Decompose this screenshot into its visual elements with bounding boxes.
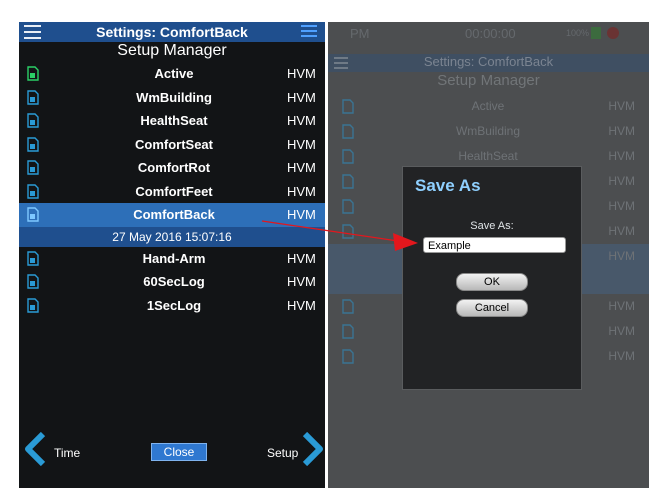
- file-icon: [342, 99, 354, 114]
- footer-bar: Time Close Setup: [19, 428, 325, 488]
- chevron-left-icon[interactable]: [24, 432, 46, 466]
- file-icon: [27, 183, 39, 199]
- list-item-type: HVM: [287, 207, 316, 222]
- list-item-type: HVM: [608, 224, 635, 238]
- list-item-comfortseat[interactable]: ComfortSeat HVM: [19, 133, 325, 157]
- save-as-label: Save As:: [470, 220, 514, 232]
- chevron-right-icon[interactable]: [302, 432, 324, 466]
- setup-manager-screen: Settings: ComfortBack Setup Manager Acti…: [19, 22, 325, 488]
- list-item-name: ComfortRot: [137, 160, 211, 175]
- file-icon: [27, 113, 39, 128]
- selected-item-timestamp: 27 May 2016 15:07:16: [112, 229, 232, 244]
- dimmed-header-title: Settings: ComfortBack: [423, 54, 554, 69]
- list-item-hand-arm[interactable]: Hand-Arm HVM: [19, 247, 325, 271]
- list-item-name: WmBuilding: [455, 124, 521, 138]
- record-indicator-icon: [607, 27, 619, 39]
- file-icon: [27, 136, 39, 152]
- file-icon: [27, 274, 39, 289]
- file-icon: [27, 250, 39, 266]
- setup-button[interactable]: Setup: [267, 446, 298, 460]
- file-icon: [342, 299, 354, 314]
- list-item-type: HVM: [608, 124, 635, 138]
- cancel-button[interactable]: Cancel: [456, 299, 528, 317]
- list-item-comfortback-selected[interactable]: ComfortBack HVM: [19, 203, 325, 227]
- list-item-type: HVM: [608, 299, 635, 313]
- file-icon: [27, 207, 39, 222]
- list-item-type: HVM: [608, 174, 635, 188]
- status-label: PM: [350, 26, 370, 41]
- file-icon: [342, 149, 354, 164]
- file-icon: [27, 89, 39, 105]
- list-item-healthseat[interactable]: HealthSeat HVM: [19, 109, 325, 133]
- page-subtitle: Setup Manager: [117, 42, 227, 59]
- list-item-type: HVM: [608, 349, 635, 363]
- list-item-type: HVM: [287, 89, 316, 105]
- setup-list: Active HVM WmBuilding HVM HealthSeat HVM…: [19, 62, 325, 317]
- list-item-type: HVM: [287, 183, 316, 199]
- list-item-name: 1SecLog: [146, 297, 202, 313]
- dialog-title: Save As: [415, 176, 481, 195]
- list-item-1seclog[interactable]: 1SecLog HVM: [19, 294, 325, 318]
- file-active-icon: [27, 66, 39, 81]
- list-item-type: HVM: [608, 324, 635, 338]
- dimmed-subtitle: Setup Manager: [437, 72, 540, 89]
- list-item-60seclog[interactable]: 60SecLog HVM: [19, 270, 325, 294]
- list-item-name: Hand-Arm: [142, 250, 206, 266]
- list-view-icon[interactable]: [301, 25, 317, 39]
- list-item-type: HVM: [608, 199, 635, 213]
- list-item-name: HealthSeat: [140, 113, 208, 128]
- list-item-name: 60SecLog: [143, 274, 205, 289]
- list-item-type: HVM: [287, 136, 316, 152]
- list-item-name: Active: [471, 99, 505, 113]
- battery-level: 100%: [566, 28, 590, 38]
- close-button[interactable]: Close: [151, 443, 207, 461]
- file-icon: [342, 174, 354, 189]
- list-item-type: HVM: [287, 160, 316, 175]
- header-title: Settings: ComfortBack: [96, 24, 248, 40]
- selected-item-date: 27 May 2016 15:07:16: [19, 226, 325, 247]
- list-item-wmbuilding[interactable]: WmBuilding HVM: [19, 86, 325, 110]
- list-item-comfortrot[interactable]: ComfortRot HVM: [19, 156, 325, 180]
- list-item-type: HVM: [287, 274, 316, 289]
- battery-icon: [591, 27, 601, 39]
- file-icon: [342, 349, 354, 364]
- dimmed-list-item: Active HVM: [328, 94, 649, 119]
- save-as-dialog: Save As Save As: Example OK Cancel: [402, 166, 582, 390]
- time-button[interactable]: Time: [54, 446, 80, 460]
- list-item-name: ComfortSeat: [134, 136, 213, 152]
- dimmed-menu-icon: [334, 57, 348, 69]
- status-clock: 00:00:00: [465, 26, 516, 41]
- list-item-type: HVM: [287, 250, 316, 266]
- file-icon: [27, 160, 39, 175]
- header-bar: Settings: ComfortBack: [19, 22, 325, 42]
- list-item-type: HVM: [608, 149, 635, 163]
- list-item-type: HVM: [287, 297, 316, 313]
- list-item-name: Active: [154, 66, 194, 81]
- dimmed-list-item: WmBuilding HVM: [328, 119, 649, 144]
- list-item-name: ComfortBack: [133, 207, 215, 222]
- list-item-type: HVM: [608, 99, 635, 113]
- file-icon: [27, 297, 39, 313]
- list-item-active[interactable]: Active HVM: [19, 62, 325, 86]
- file-icon: [342, 324, 354, 339]
- file-icon: [342, 199, 354, 214]
- file-icon: [342, 224, 354, 239]
- file-icon: [342, 124, 354, 139]
- list-item-name: HealthSeat: [458, 149, 518, 163]
- status-bar: PM 00:00:00 100%: [328, 26, 649, 42]
- list-item-type: HVM: [287, 113, 316, 128]
- list-item-comfortfeet[interactable]: ComfortFeet HVM: [19, 180, 325, 204]
- list-item-name: ComfortFeet: [135, 183, 213, 199]
- list-item-type: HVM: [608, 249, 635, 263]
- save-as-input[interactable]: Example: [423, 237, 566, 253]
- ok-button[interactable]: OK: [456, 273, 528, 291]
- list-item-type: HVM: [287, 66, 316, 81]
- list-item-name: WmBuilding: [136, 89, 212, 105]
